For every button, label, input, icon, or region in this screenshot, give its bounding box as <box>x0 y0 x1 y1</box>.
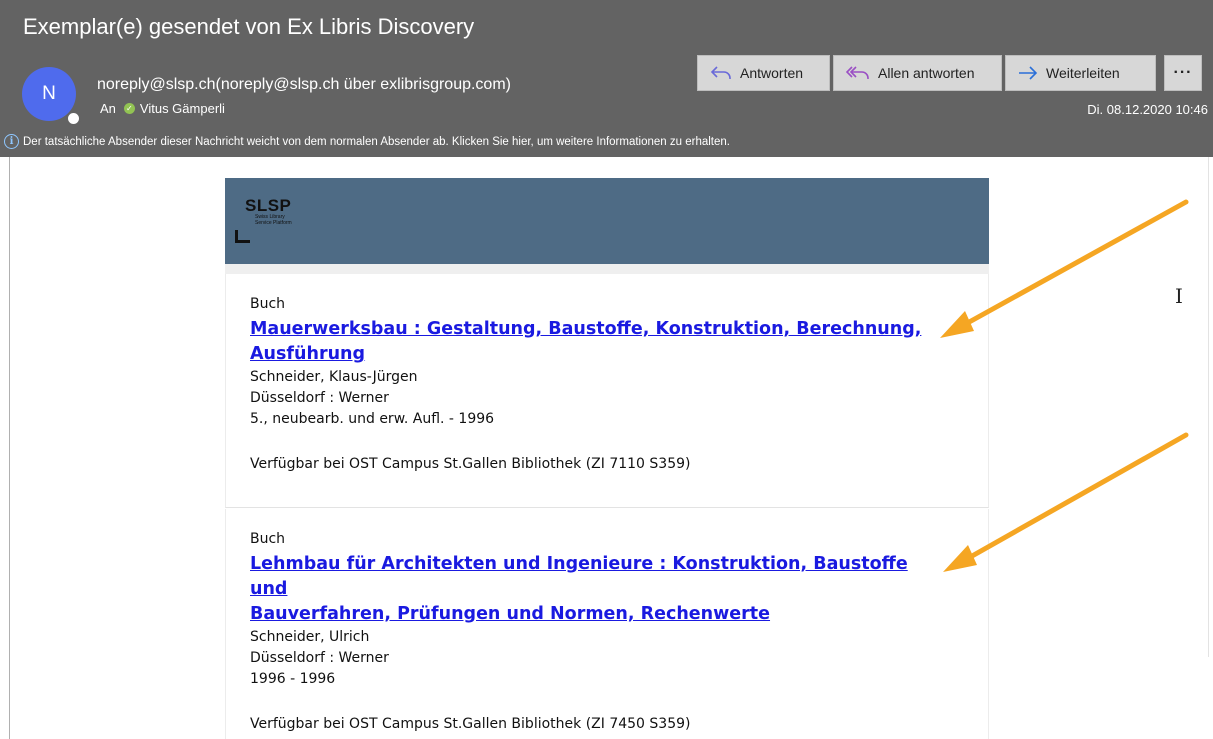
reply-arrow-icon <box>710 65 732 81</box>
item-publisher: Düsseldorf : Werner <box>250 390 389 406</box>
list-item: Buch Mauerwerksbau : Gestaltung, Baustof… <box>225 274 989 508</box>
item-publisher: Düsseldorf : Werner <box>250 650 389 666</box>
forward-button[interactable]: Weiterleiten <box>1005 55 1156 91</box>
text-cursor-icon: I <box>1175 284 1183 308</box>
ellipsis-icon: ··· <box>1173 64 1193 81</box>
banner-divider <box>225 264 989 274</box>
item-author: Schneider, Klaus-Jürgen <box>250 369 418 385</box>
item-edition: 1996 - 1996 <box>250 671 336 687</box>
item-title-line1: Lehmbau für Architekten und Ingenieure :… <box>250 554 908 599</box>
item-title-link[interactable]: Lehmbau für Architekten und Ingenieure :… <box>250 552 950 627</box>
message-subject: Exemplar(e) gesendet von Ex Libris Disco… <box>23 14 475 39</box>
item-title-link[interactable]: Mauerwerksbau : Gestaltung, Baustoffe, K… <box>250 317 950 367</box>
list-item: Buch Lehmbau für Architekten und Ingenie… <box>225 509 989 739</box>
item-availability: Verfügbar bei OST Campus St.Gallen Bibli… <box>250 456 691 472</box>
reply-label: Antworten <box>740 65 804 81</box>
sender-warning-text: Der tatsächliche Absender dieser Nachric… <box>23 135 730 148</box>
reply-button[interactable]: Antworten <box>697 55 830 91</box>
to-label: An <box>100 101 116 116</box>
reading-pane-border <box>9 157 10 739</box>
recipient-line: An ✓ Vitus Gämperli <box>100 101 225 116</box>
item-title-line2: Bauverfahren, Prüfungen und Normen, Rech… <box>250 604 771 624</box>
logo-subtitle-line2: Service Platform <box>255 220 292 226</box>
reply-all-arrow-icon <box>846 65 870 81</box>
logo-corner-mark <box>235 230 250 243</box>
reading-pane-right-border <box>1208 157 1209 657</box>
item-type: Buch <box>250 296 286 312</box>
message-date: Di. 08.12.2020 10:46 <box>1087 102 1208 117</box>
message-actions: Antworten Allen antworten Weiterleiten ·… <box>697 55 1202 91</box>
presence-available-icon: ✓ <box>123 103 135 114</box>
info-icon: i <box>4 134 19 149</box>
slsp-logo: SLSP Swiss Library Service Platform <box>245 197 292 226</box>
item-author: Schneider, Ulrich <box>250 629 370 645</box>
message-header: Exemplar(e) gesendet von Ex Libris Disco… <box>0 0 1213 157</box>
slsp-banner: SLSP Swiss Library Service Platform <box>225 178 989 264</box>
item-title-line1: Mauerwerksbau : Gestaltung, Baustoffe, K… <box>250 319 922 339</box>
item-type: Buch <box>250 531 286 547</box>
more-actions-button[interactable]: ··· <box>1164 55 1202 91</box>
logo-text: SLSP <box>245 196 292 215</box>
forward-arrow-icon <box>1018 66 1038 80</box>
avatar-status-icon <box>66 111 81 126</box>
item-edition: 5., neubearb. und erw. Aufl. - 1996 <box>250 411 495 427</box>
item-availability: Verfügbar bei OST Campus St.Gallen Bibli… <box>250 716 691 732</box>
reply-all-label: Allen antworten <box>878 65 975 81</box>
item-title-line2: Ausführung <box>250 344 366 364</box>
sender-address[interactable]: noreply@slsp.ch(noreply@slsp.ch über exl… <box>97 76 511 94</box>
sender-warning-bar[interactable]: i Der tatsächliche Absender dieser Nachr… <box>4 134 730 149</box>
recipient-name[interactable]: Vitus Gämperli <box>140 101 225 116</box>
reply-all-button[interactable]: Allen antworten <box>833 55 1002 91</box>
forward-label: Weiterleiten <box>1046 65 1120 81</box>
avatar-initial: N <box>42 83 56 104</box>
